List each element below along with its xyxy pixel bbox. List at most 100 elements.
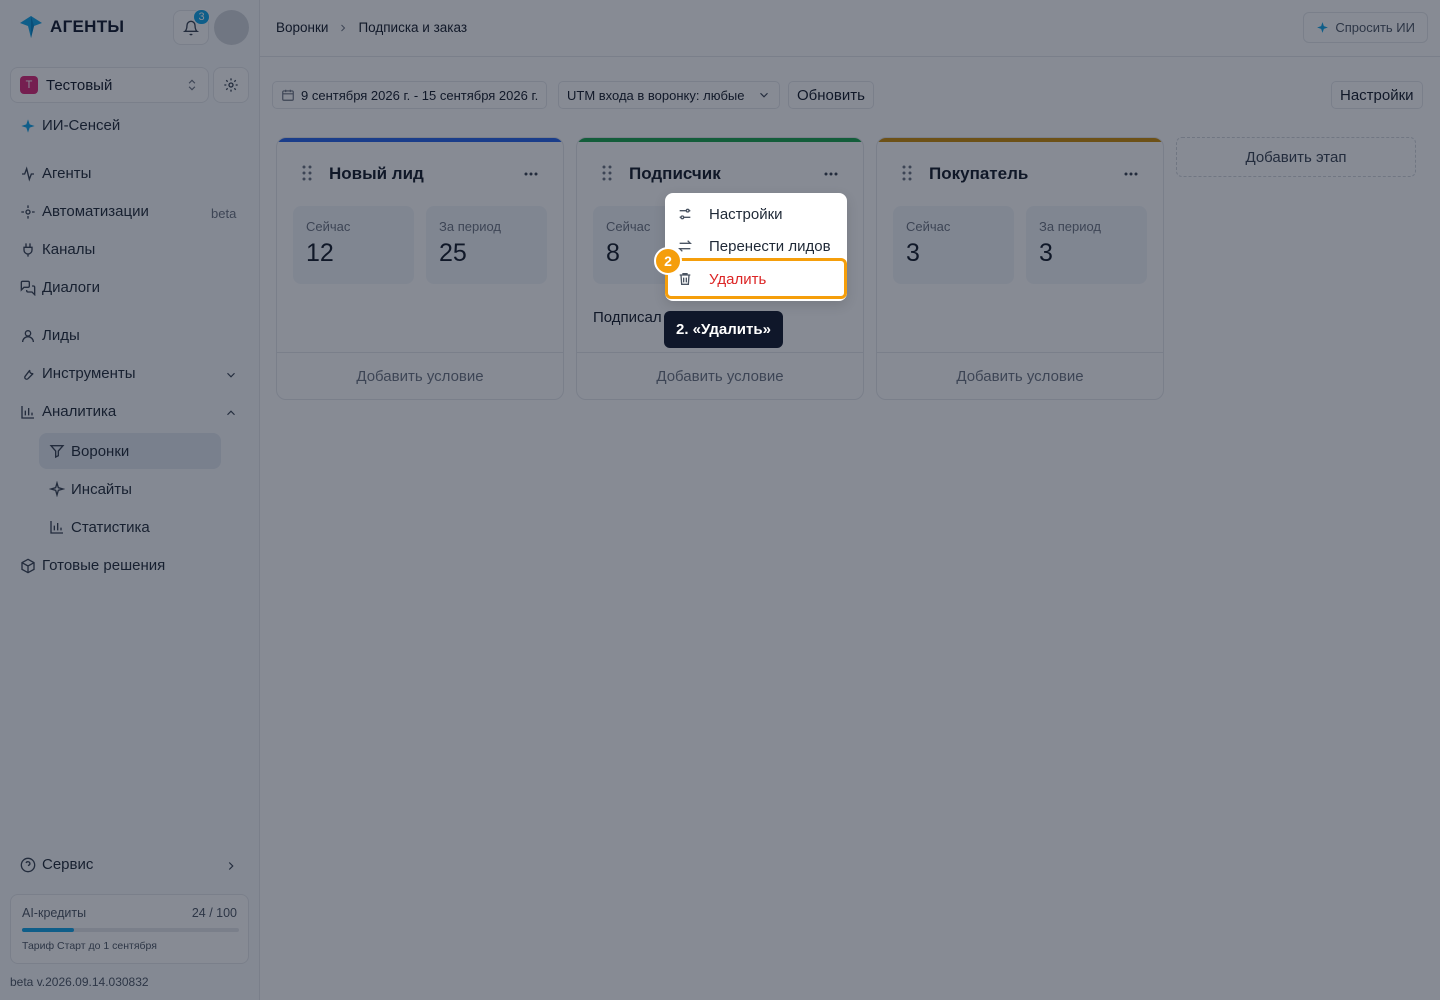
stage-title: Покупатель [929, 164, 1029, 183]
breadcrumb: Воронки Подписка и заказ [276, 20, 467, 35]
chevron-down-icon[interactable] [224, 368, 238, 382]
sidebar-item-statistics[interactable]: Статистика [39, 509, 221, 545]
sidebar-item-funnels[interactable]: Воронки [39, 433, 221, 469]
sidebar-item-tools[interactable]: Инструменты [20, 365, 136, 382]
stat-label: Сейчас [606, 219, 651, 234]
automation-icon [20, 204, 36, 220]
drag-handle-icon[interactable] [302, 165, 312, 181]
chevron-right-icon [337, 22, 349, 34]
stat-value: 25 [439, 239, 467, 267]
sidebar-item-dialogs[interactable]: Диалоги [20, 279, 100, 296]
chat-icon [20, 280, 36, 296]
sidebar-item-solutions[interactable]: Готовые решения [20, 557, 165, 574]
notifications-count-badge: 3 [193, 9, 210, 25]
top-bar: Воронки Подписка и заказ Спросить ИИ [260, 0, 1440, 57]
ai-credits-panel: AI-кредиты 24 / 100 Тариф Старт до 1 сен… [10, 894, 249, 964]
add-condition-button[interactable]: Добавить условие [877, 368, 1163, 385]
divider [877, 352, 1163, 353]
sparkle-icon [1316, 21, 1329, 34]
trash-icon [677, 271, 693, 287]
stat-label: Сейчас [306, 219, 351, 234]
ask-ai-label: Спросить ИИ [1335, 20, 1415, 35]
menu-item-label: Настройки [709, 205, 783, 223]
sidebar-item-leads[interactable]: Лиды [20, 327, 80, 344]
stat-value: 12 [306, 239, 334, 267]
drag-handle-icon[interactable] [902, 165, 912, 181]
utm-filter-select[interactable]: UTM входа в воронку: любые [558, 81, 780, 109]
add-condition-button[interactable]: Добавить условие [577, 368, 863, 385]
credits-value: 24 / 100 [191, 906, 237, 920]
help-circle-icon [20, 857, 36, 873]
stat-label: Сейчас [906, 219, 951, 234]
workspace-name: Тестовый [46, 76, 113, 94]
sidebar-item-label: Готовые решения [42, 557, 166, 574]
calendar-icon [281, 88, 295, 102]
sidebar-item-automations[interactable]: Автоматизации [20, 203, 149, 220]
stat-value: 3 [1039, 239, 1053, 267]
stage-title: Подписчик [629, 164, 721, 183]
highlighted-delete-item[interactable]: Удалить [665, 258, 847, 299]
stage-card: Покупатель Сейчас 3 За период 3 Добавить… [876, 137, 1164, 400]
sidebar-item-agents[interactable]: Агенты [20, 165, 91, 182]
sidebar-item-label: Автоматизации [42, 203, 149, 220]
chevron-down-icon [757, 88, 771, 102]
funnel-settings-button[interactable]: Настройки [1331, 81, 1423, 109]
date-range-picker[interactable]: 9 сентября 2026 г. - 15 сентября 2026 г. [272, 81, 548, 109]
chevron-up-icon[interactable] [224, 406, 238, 420]
sparkle-icon [20, 118, 36, 134]
stat-now: Сейчас 3 [893, 206, 1014, 284]
sidebar-item-channels[interactable]: Каналы [20, 241, 95, 258]
bar-chart-icon [49, 519, 65, 535]
condition-text: Подписал [593, 309, 662, 326]
drag-handle-icon[interactable] [602, 165, 612, 181]
add-condition-button[interactable]: Добавить условие [277, 368, 563, 385]
beta-badge: beta [211, 206, 237, 221]
stage-card: Новый лид Сейчас 12 За период 25 Добавит… [276, 137, 564, 400]
bar-chart-icon [20, 404, 36, 420]
app-name: АГЕНТЫ [50, 17, 125, 36]
stage-color-bar [577, 138, 863, 142]
stat-period: За период 25 [426, 206, 547, 284]
menu-item-move-leads[interactable]: Перенести лидов [677, 232, 831, 260]
plan-text: Тариф Старт до 1 сентября [22, 940, 157, 952]
sidebar-item-analytics[interactable]: Аналитика [20, 403, 116, 420]
stage-color-bar [877, 138, 1163, 142]
date-range-label: 9 сентября 2026 г. - 15 сентября 2026 г. [301, 87, 539, 103]
sidebar-item-label: Аналитика [42, 403, 117, 420]
stat-label: За период [439, 219, 501, 234]
menu-item-settings[interactable]: Настройки [677, 200, 783, 228]
menu-item-delete[interactable]: Удалить [677, 265, 766, 293]
stat-label: За период [1039, 219, 1101, 234]
breadcrumb-funnels[interactable]: Воронки [276, 20, 328, 35]
guide-tooltip: 2. «Удалить» [664, 311, 783, 348]
ask-ai-button[interactable]: Спросить ИИ [1303, 12, 1428, 43]
avatar[interactable] [214, 10, 249, 45]
credits-label: AI-кредиты [22, 906, 87, 920]
stat-period: За период 3 [1026, 206, 1147, 284]
sidebar-item-label: Инсайты [71, 480, 132, 498]
workspace-settings-button[interactable] [213, 67, 249, 103]
refresh-button[interactable]: Обновить [788, 81, 874, 109]
app-logo[interactable]: АГЕНТЫ [18, 14, 124, 40]
more-horizontal-icon[interactable] [522, 164, 540, 184]
stat-value: 3 [906, 239, 920, 267]
stage-color-bar [277, 138, 563, 142]
utm-filter-label: UTM входа в воронку: любые [567, 87, 745, 103]
breadcrumb-current: Подписка и заказ [358, 20, 468, 35]
add-stage-button[interactable]: Добавить этап [1176, 137, 1416, 177]
wrench-icon [20, 366, 36, 382]
chevron-right-icon[interactable] [224, 859, 238, 873]
workspace-select[interactable]: Т Тестовый [10, 67, 209, 103]
agent-icon [20, 165, 36, 182]
sidebar-item-insights[interactable]: Инсайты [39, 471, 221, 507]
sidebar-item-service[interactable]: Сервис [20, 856, 93, 873]
filter-icon [49, 443, 65, 459]
logo-icon [18, 14, 44, 40]
stat-value: 8 [606, 239, 620, 267]
more-horizontal-icon[interactable] [1122, 164, 1140, 184]
sidebar-item-label: Диалоги [42, 279, 100, 296]
sliders-icon [677, 206, 693, 222]
sidebar-item-ai-sensei[interactable]: ИИ-Сенсей [20, 117, 120, 134]
more-horizontal-icon[interactable] [822, 164, 840, 184]
stage-title: Новый лид [329, 164, 424, 183]
